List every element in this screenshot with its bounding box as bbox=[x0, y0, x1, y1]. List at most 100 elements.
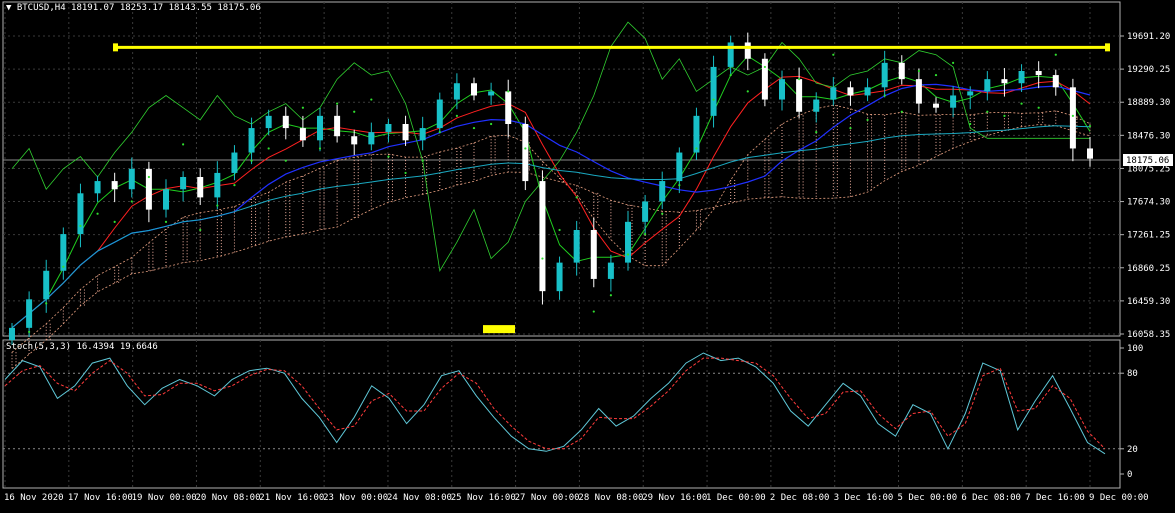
candle-body bbox=[180, 177, 187, 190]
sar-dot bbox=[798, 78, 801, 81]
sar-dot bbox=[45, 302, 48, 305]
candle-body bbox=[933, 103, 939, 108]
high-value: 18253.17 bbox=[119, 3, 164, 13]
stochastic-tick-label: 100 bbox=[1127, 344, 1143, 354]
sar-dot bbox=[62, 265, 65, 268]
resistance-line-handle-right bbox=[1105, 43, 1110, 52]
sar-dot bbox=[370, 98, 373, 101]
moving-average-line bbox=[11, 83, 1091, 329]
sar-dot bbox=[507, 90, 510, 93]
sar-dot bbox=[438, 131, 441, 134]
candle-body bbox=[299, 128, 306, 141]
candle-body bbox=[1087, 148, 1093, 159]
sar-dot bbox=[969, 122, 972, 126]
low-value: 18143.55 bbox=[168, 3, 212, 13]
sar-dot bbox=[490, 122, 493, 126]
sar-dot bbox=[472, 126, 476, 130]
sar-dot bbox=[763, 65, 766, 69]
candle-body bbox=[9, 327, 15, 341]
time-tick-label: 24 Nov 08:00 bbox=[387, 493, 452, 503]
candle-body bbox=[830, 87, 837, 100]
time-tick-label: 27 Nov 00:00 bbox=[515, 493, 580, 503]
stochastic-main-value: 16.4394 bbox=[76, 342, 115, 352]
sar-dot bbox=[318, 147, 322, 150]
symbol-label: BTCUSD,H4 bbox=[16, 3, 66, 13]
sar-dot bbox=[644, 232, 647, 236]
candle-body bbox=[676, 152, 683, 182]
candle-body bbox=[796, 79, 803, 112]
sar-dot bbox=[250, 159, 253, 162]
sar-dot bbox=[404, 171, 407, 175]
candle-body bbox=[864, 87, 871, 96]
sar-dot bbox=[815, 131, 818, 134]
sar-dot bbox=[832, 53, 835, 56]
sar-dot bbox=[421, 159, 424, 162]
candle-body bbox=[1052, 75, 1059, 88]
candle-body bbox=[282, 115, 289, 129]
close-value: 18175.06 bbox=[217, 3, 261, 13]
sar-dot bbox=[1003, 114, 1006, 117]
chart-stage[interactable]: 19691.20 19290.25 18889.30 18476.30 18075.25… bbox=[0, 0, 1175, 509]
time-tick-label: 17 Nov 16:00 bbox=[68, 493, 133, 503]
sar-dot bbox=[1088, 124, 1092, 128]
sar-dot bbox=[1071, 114, 1074, 117]
stochastic-signal-value: 19.6646 bbox=[119, 342, 158, 352]
candle-body bbox=[128, 168, 135, 190]
candle-body bbox=[1001, 79, 1008, 84]
candle-body bbox=[505, 91, 512, 124]
sar-dot bbox=[1037, 106, 1040, 109]
candle-body bbox=[813, 99, 820, 112]
support-marker bbox=[483, 325, 515, 334]
candle-body bbox=[522, 124, 529, 182]
candle-body bbox=[94, 181, 101, 194]
candle-body bbox=[197, 177, 204, 198]
sar-dot bbox=[455, 114, 458, 117]
ichimoku-cloud bbox=[11, 104, 1091, 369]
price-tick-label: 16058.35 bbox=[1127, 330, 1170, 340]
stochastic-tick-label: 80 bbox=[1127, 369, 1138, 379]
candle-body bbox=[1018, 71, 1025, 84]
trading-chart-canvas[interactable]: 19691.2019290.2518889.3018476.3018075.25… bbox=[0, 0, 1175, 509]
drawn-levels[interactable] bbox=[113, 43, 1110, 334]
sar-dot bbox=[729, 73, 732, 77]
candle-body bbox=[642, 201, 649, 222]
time-tick-label: 20 Nov 08:00 bbox=[195, 493, 260, 503]
current-price-label: 18175.06 bbox=[1126, 156, 1169, 166]
time-tick-label: 7 Dec 16:00 bbox=[1025, 493, 1085, 503]
indicator-lines bbox=[11, 21, 1091, 329]
candle-body bbox=[984, 79, 991, 92]
price-tick-label: 19290.25 bbox=[1127, 65, 1170, 75]
sar-dot bbox=[609, 294, 612, 297]
price-tick-label: 16459.30 bbox=[1127, 297, 1170, 307]
stochastic-panel-frame bbox=[2, 339, 1121, 489]
candle-body bbox=[26, 299, 33, 328]
sar-dot bbox=[524, 147, 527, 150]
sar-dot bbox=[592, 310, 595, 313]
sar-dot bbox=[130, 200, 133, 203]
candle-body bbox=[744, 42, 751, 59]
senkou-span-b bbox=[11, 124, 1091, 369]
candle-body bbox=[419, 128, 426, 141]
time-tick-label: 5 Dec 00:00 bbox=[898, 493, 958, 503]
sar-dot bbox=[678, 184, 681, 187]
price-tick-label: 19691.20 bbox=[1127, 32, 1170, 42]
sar-dot bbox=[661, 212, 664, 215]
candle-body bbox=[317, 115, 323, 141]
chikou-line bbox=[11, 21, 1090, 272]
senkou-span-a bbox=[11, 104, 1091, 353]
candle-body bbox=[761, 58, 768, 100]
sar-dot bbox=[986, 110, 989, 113]
sar-dot bbox=[216, 204, 219, 207]
candle-body bbox=[488, 91, 495, 96]
candle-body bbox=[710, 66, 717, 116]
dropdown-triangle-icon[interactable]: ▼ bbox=[6, 3, 11, 13]
candle-body bbox=[539, 181, 546, 292]
sar-dot bbox=[866, 118, 869, 122]
sar-dot bbox=[900, 110, 903, 113]
sar-dot bbox=[558, 228, 561, 232]
candle-body bbox=[60, 234, 67, 271]
resistance-line-handle-left bbox=[113, 43, 118, 52]
candle-body bbox=[436, 99, 443, 129]
candle-body bbox=[881, 62, 888, 88]
candle-body bbox=[111, 181, 118, 190]
